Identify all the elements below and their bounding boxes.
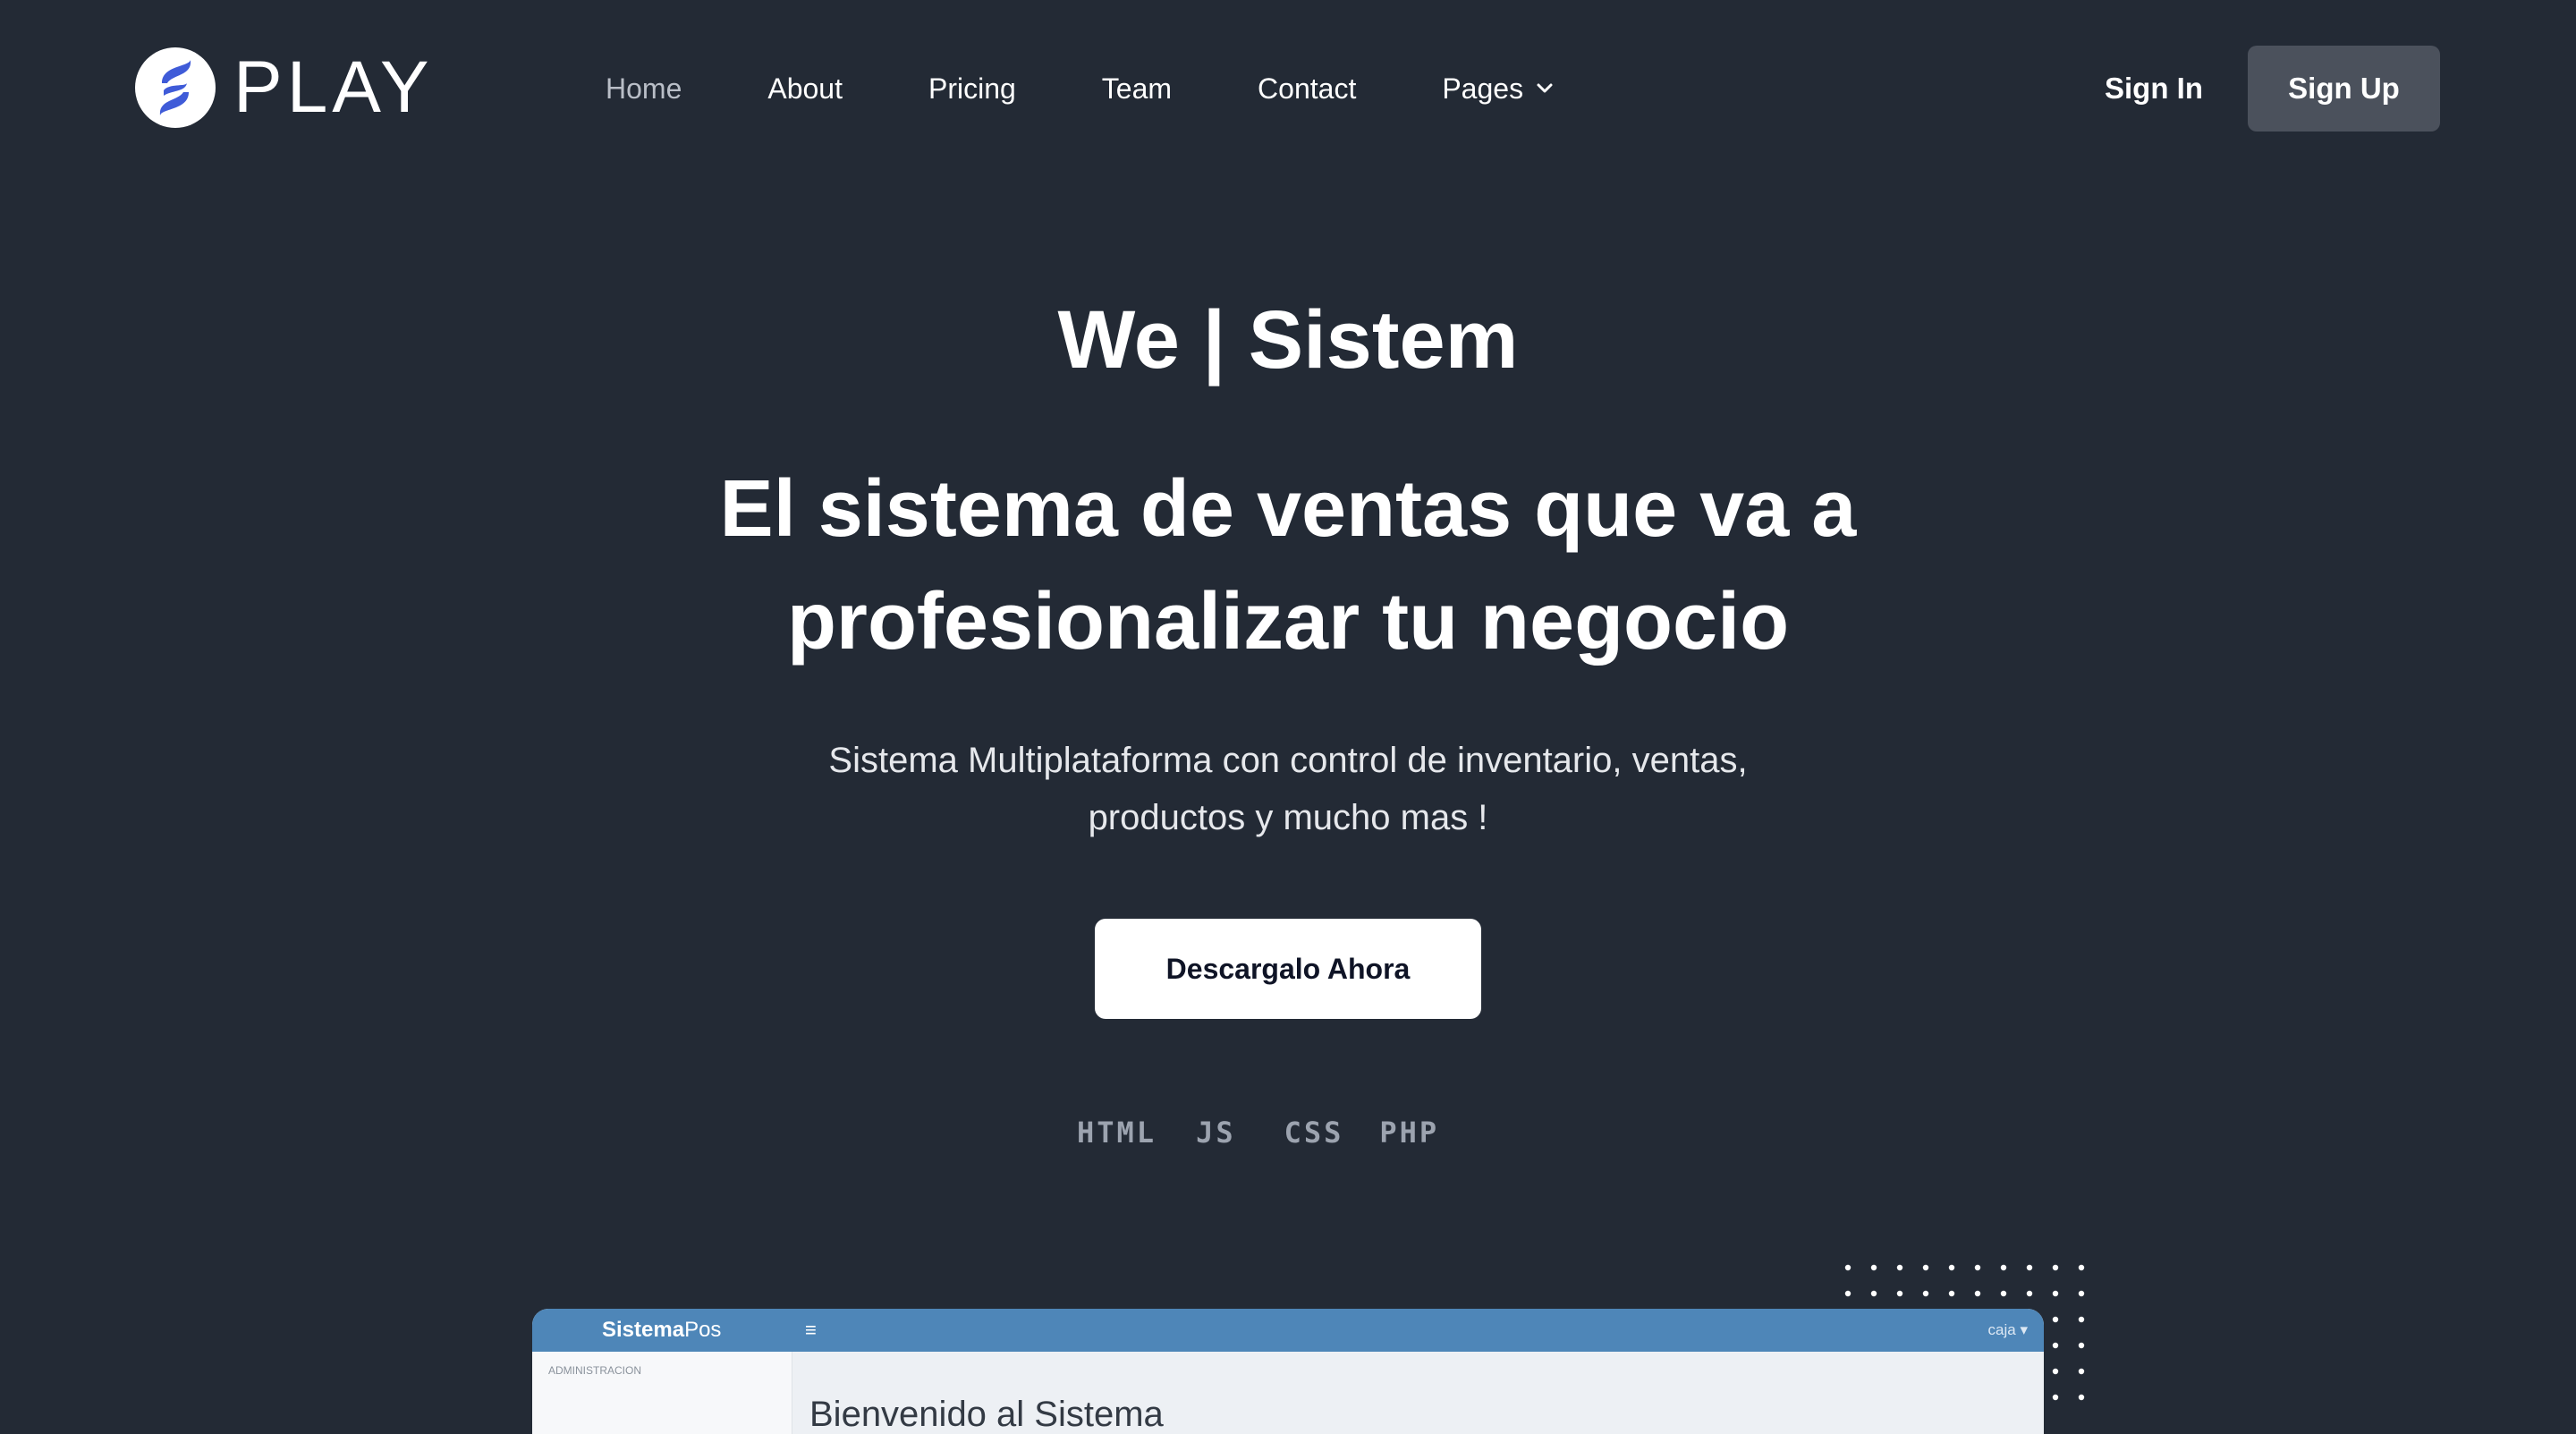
main-nav: Home About Pricing Team Contact Pages	[606, 64, 1554, 113]
chevron-down-icon	[1536, 82, 1554, 95]
sign-in-link[interactable]: Sign In	[2105, 64, 2203, 113]
hero-title: El sistema de ventas que va a profesiona…	[719, 464, 1857, 666]
preview-brand: SistemaPos	[602, 1318, 722, 1342]
nav-pages-label: Pages	[1442, 72, 1524, 105]
nav-pages[interactable]: Pages	[1442, 72, 1554, 106]
logo-text: PLAY	[233, 47, 434, 128]
preview-welcome-heading: Bienvenido al Sistema	[809, 1395, 1164, 1434]
tech-stack-list: HTML JS CSS PHP	[1077, 1115, 1439, 1150]
preview-user-menu: caja ▾	[1987, 1321, 2028, 1338]
hamburger-menu-icon: ≡	[805, 1319, 817, 1341]
logo-mark-icon	[135, 47, 216, 128]
site-header: PLAY Home About Pricing Team Contact Pag…	[0, 0, 2576, 179]
preview-sidebar-label: ADMINISTRACION	[548, 1364, 642, 1377]
app-preview-screenshot: SistemaPos ≡ caja ▾ ADMINISTRACION Bienv…	[532, 1309, 2044, 1434]
preview-topbar: SistemaPos ≡ caja ▾	[532, 1309, 2044, 1352]
nav-contact[interactable]: Contact	[1258, 72, 1356, 106]
nav-team[interactable]: Team	[1102, 72, 1172, 106]
hero-brand-heading: We | Sistem	[1057, 294, 1519, 386]
nav-home[interactable]: Home	[606, 72, 682, 106]
download-now-button[interactable]: Descargalo Ahora	[1095, 919, 1481, 1019]
tech-php: PHP	[1379, 1116, 1440, 1150]
hero-subtitle: Sistema Multiplataforma con control de i…	[828, 741, 1748, 837]
sign-up-button[interactable]: Sign Up	[2248, 46, 2440, 132]
preview-sidebar: ADMINISTRACION	[532, 1352, 792, 1434]
tech-html: HTML	[1077, 1116, 1157, 1150]
tech-css: CSS	[1284, 1116, 1344, 1150]
logo[interactable]: PLAY	[135, 47, 434, 129]
nav-pricing[interactable]: Pricing	[928, 72, 1016, 106]
nav-about[interactable]: About	[767, 72, 843, 106]
tech-js: JS	[1196, 1116, 1236, 1150]
